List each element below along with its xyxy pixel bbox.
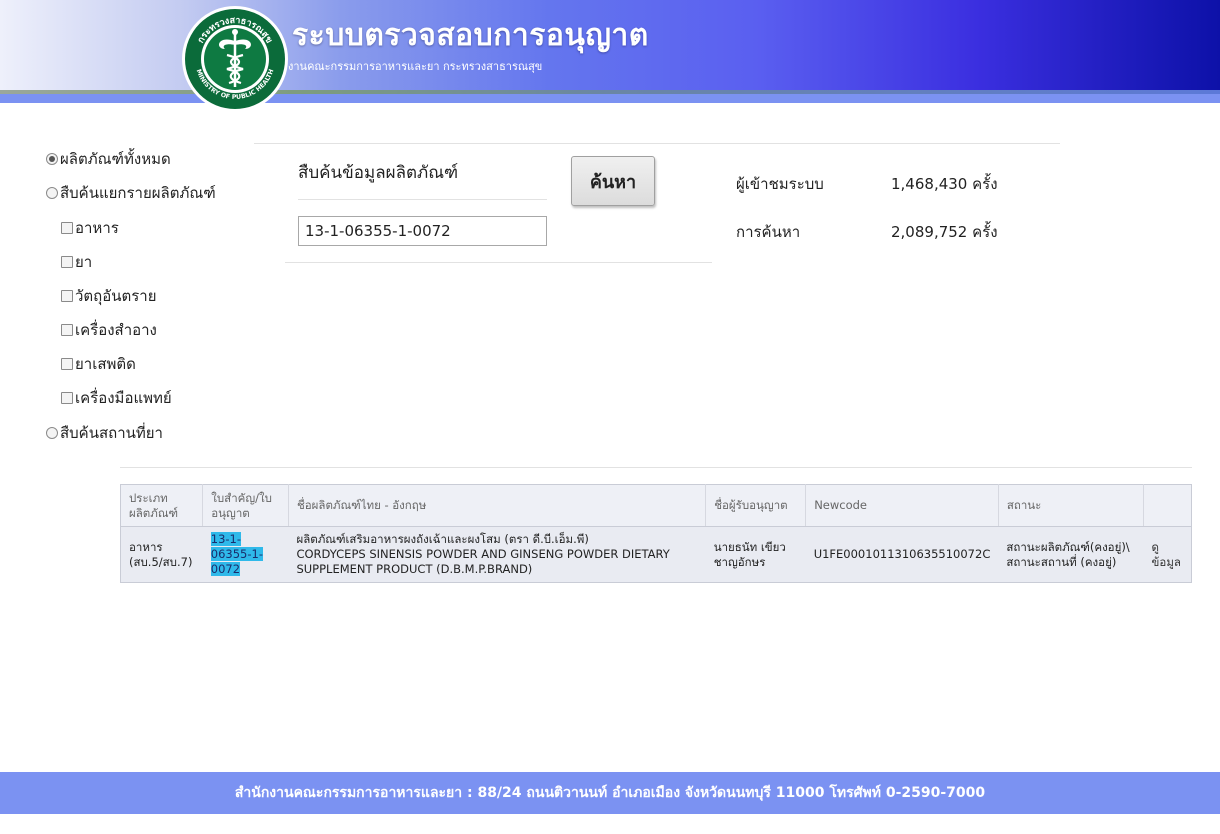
checkbox-icon[interactable] [61,324,73,336]
checkbox-cosmetic[interactable]: เครื่องสำอาง [61,318,157,342]
visitors-label: ผู้เข้าชมระบบ [736,175,824,193]
site-subtitle: งานคณะกรรมการอาหารและยา กระทรวงสาธารณสุข [288,60,543,73]
checkbox-drug-label: ยา [75,253,93,271]
radio-selected-icon[interactable] [46,153,58,165]
checkbox-narcotic[interactable]: ยาเสพติด [61,352,136,376]
checkbox-food-label: อาหาร [75,219,119,237]
cell-newcode: U1FE0001011310635510072C [805,526,999,583]
checkbox-medical-device-label: เครื่องมือแพทย์ [75,389,172,407]
view-details-link[interactable]: ดู ข้อมูล [1152,540,1181,569]
divider [120,467,1192,468]
cell-status: สถานะผลิตภัณฑ์(คงอยู่)\ สถานะสถานที่ (คง… [998,526,1144,583]
column-header-licensee: ชื่อผู้รับอนุญาต [705,484,807,527]
radio-by-product[interactable]: สืบค้นแยกรายผลิตภัณฑ์ [46,181,216,205]
cell-licensee: นายธนัท เขียวชาญอักษร [705,526,806,583]
cell-product-name: ผลิตภัณฑ์เสริมอาหารผงถังเฉ้าและผงโสม (ตร… [288,526,706,583]
checkbox-food[interactable]: อาหาร [61,216,119,240]
searches-count: 2,089,752 ครั้ง [891,223,998,241]
divider [285,262,712,263]
column-header-action [1143,484,1192,527]
checkbox-icon[interactable] [61,256,73,268]
column-header-type: ประเภท ผลิตภัณฑ์ [120,484,204,527]
ministry-logo: กระทรวงสาธารณสุข MINISTRY OF PUBLIC HEAL… [182,6,288,112]
site-footer: สำนักงานคณะกรรมการอาหารและยา : 88/24 ถนน… [0,772,1220,814]
searches-label: การค้นหา [736,223,801,241]
search-button[interactable]: ค้นหา [571,156,655,206]
checkbox-icon[interactable] [61,392,73,404]
results-table: ประเภท ผลิตภัณฑ์ ใบสำคัญ/ใบ อนุญาต ชื่อผ… [120,484,1192,583]
table-row: อาหาร (สบ.5/สบ.7) 13-1-06355-1-0072 ผลิต… [120,526,1192,583]
checkbox-narcotic-label: ยาเสพติด [75,355,136,373]
table-header-row: ประเภท ผลิตภัณฑ์ ใบสำคัญ/ใบ อนุญาต ชื่อผ… [120,484,1192,527]
divider [254,143,1060,144]
radio-icon[interactable] [46,187,58,199]
column-header-product-name: ชื่อผลิตภัณฑ์ไทย - อังกฤษ [288,484,707,527]
search-heading: สืบค้นข้อมูลผลิตภัณฑ์ [298,163,459,183]
checkbox-drug[interactable]: ยา [61,250,92,274]
radio-all-products-label: ผลิตภัณฑ์ทั้งหมด [60,150,171,168]
checkbox-icon[interactable] [61,222,73,234]
radio-by-product-label: สืบค้นแยกรายผลิตภัณฑ์ [60,184,216,202]
footer-address: สำนักงานคณะกรรมการอาหารและยา : 88/24 ถนน… [234,785,986,801]
radio-by-place[interactable]: สืบค้นสถานที่ยา [46,421,163,445]
column-header-status: สถานะ [998,484,1145,527]
radio-by-place-label: สืบค้นสถานที่ยา [60,424,163,442]
column-header-license: ใบสำคัญ/ใบ อนุญาต [202,484,289,527]
site-title: ระบบตรวจสอบการอนุญาต [292,18,649,53]
visitors-count: 1,468,430 ครั้ง [891,175,998,193]
product-name-english: CORDYCEPS SINENSIS POWDER AND GINSENG PO… [296,547,670,576]
product-name-thai: ผลิตภัณฑ์เสริมอาหารผงถังเฉ้าและผงโสม (ตร… [296,532,589,546]
checkbox-icon[interactable] [61,290,73,302]
cell-license: 13-1-06355-1-0072 [202,526,289,583]
cell-action: ดู ข้อมูล [1143,526,1192,583]
cell-type: อาหาร (สบ.5/สบ.7) [120,526,203,583]
column-header-newcode: Newcode [805,484,999,527]
license-number-highlighted: 13-1-06355-1-0072 [210,532,263,576]
divider [298,199,547,200]
checkbox-medical-device[interactable]: เครื่องมือแพทย์ [61,386,172,410]
checkbox-cosmetic-label: เครื่องสำอาง [75,321,157,339]
checkbox-icon[interactable] [61,358,73,370]
radio-all-products[interactable]: ผลิตภัณฑ์ทั้งหมด [46,147,171,171]
checkbox-hazardous-label: วัตถุอันตราย [75,287,157,305]
radio-icon[interactable] [46,427,58,439]
search-input[interactable] [298,216,547,246]
site-header: กระทรวงสาธารณสุข MINISTRY OF PUBLIC HEAL… [0,0,1220,112]
checkbox-hazardous[interactable]: วัตถุอันตราย [61,284,157,308]
